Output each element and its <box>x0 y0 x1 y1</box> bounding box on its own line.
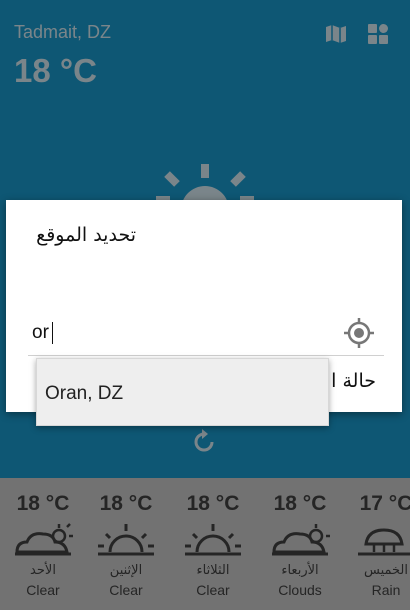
autocomplete-dropdown: Oran, DZ <box>36 358 329 426</box>
suggestion-item[interactable]: Oran, DZ <box>45 383 123 405</box>
location-search-input[interactable] <box>32 316 332 350</box>
gps-icon[interactable] <box>342 316 376 350</box>
status-label: حالة ا <box>331 370 376 392</box>
location-field <box>28 310 384 356</box>
text-cursor <box>52 322 53 344</box>
dialog-title: تحديد الموقع <box>36 224 136 246</box>
